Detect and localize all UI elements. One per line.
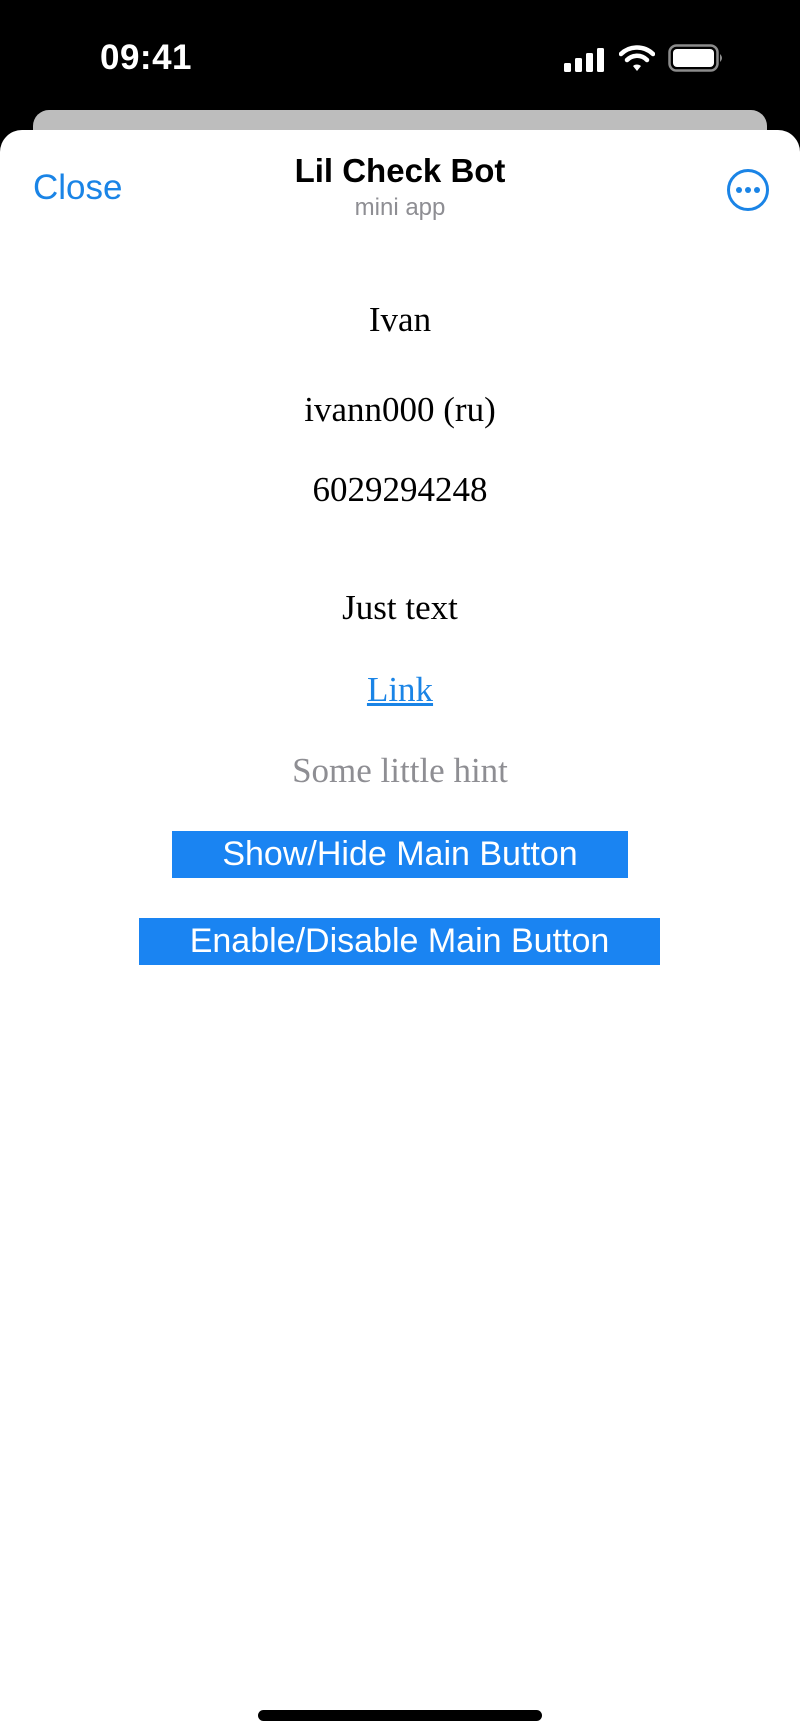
link-row: Link [0, 670, 800, 710]
wifi-icon [619, 45, 655, 71]
plain-text: Just text [342, 588, 458, 627]
status-icons [564, 42, 734, 76]
status-time: 09:41 [100, 38, 193, 77]
status-bar: 09:41 [0, 0, 800, 110]
user-first-name: Ivan [368, 300, 432, 339]
cellular-signal-icon [564, 48, 604, 72]
show-hide-main-button[interactable]: Show/Hide Main Button [172, 831, 628, 878]
enable-disable-main-button[interactable]: Enable/Disable Main Button [139, 918, 660, 965]
home-indicator[interactable] [258, 1710, 542, 1721]
battery-icon [668, 44, 722, 72]
user-username-language: ivann000 (ru) [304, 390, 496, 429]
user-id: 6029294248 [312, 470, 488, 509]
bot-subtitle: mini app [354, 194, 446, 221]
demo-link[interactable]: Link [367, 670, 433, 709]
ellipsis-circle-icon[interactable] [726, 168, 770, 212]
bot-title: Lil Check Bot [294, 152, 506, 189]
mini-app-sheet: Close Lil Check Bot mini app Ivan ivann0… [0, 130, 800, 1734]
hint-text: Some little hint [292, 751, 508, 790]
